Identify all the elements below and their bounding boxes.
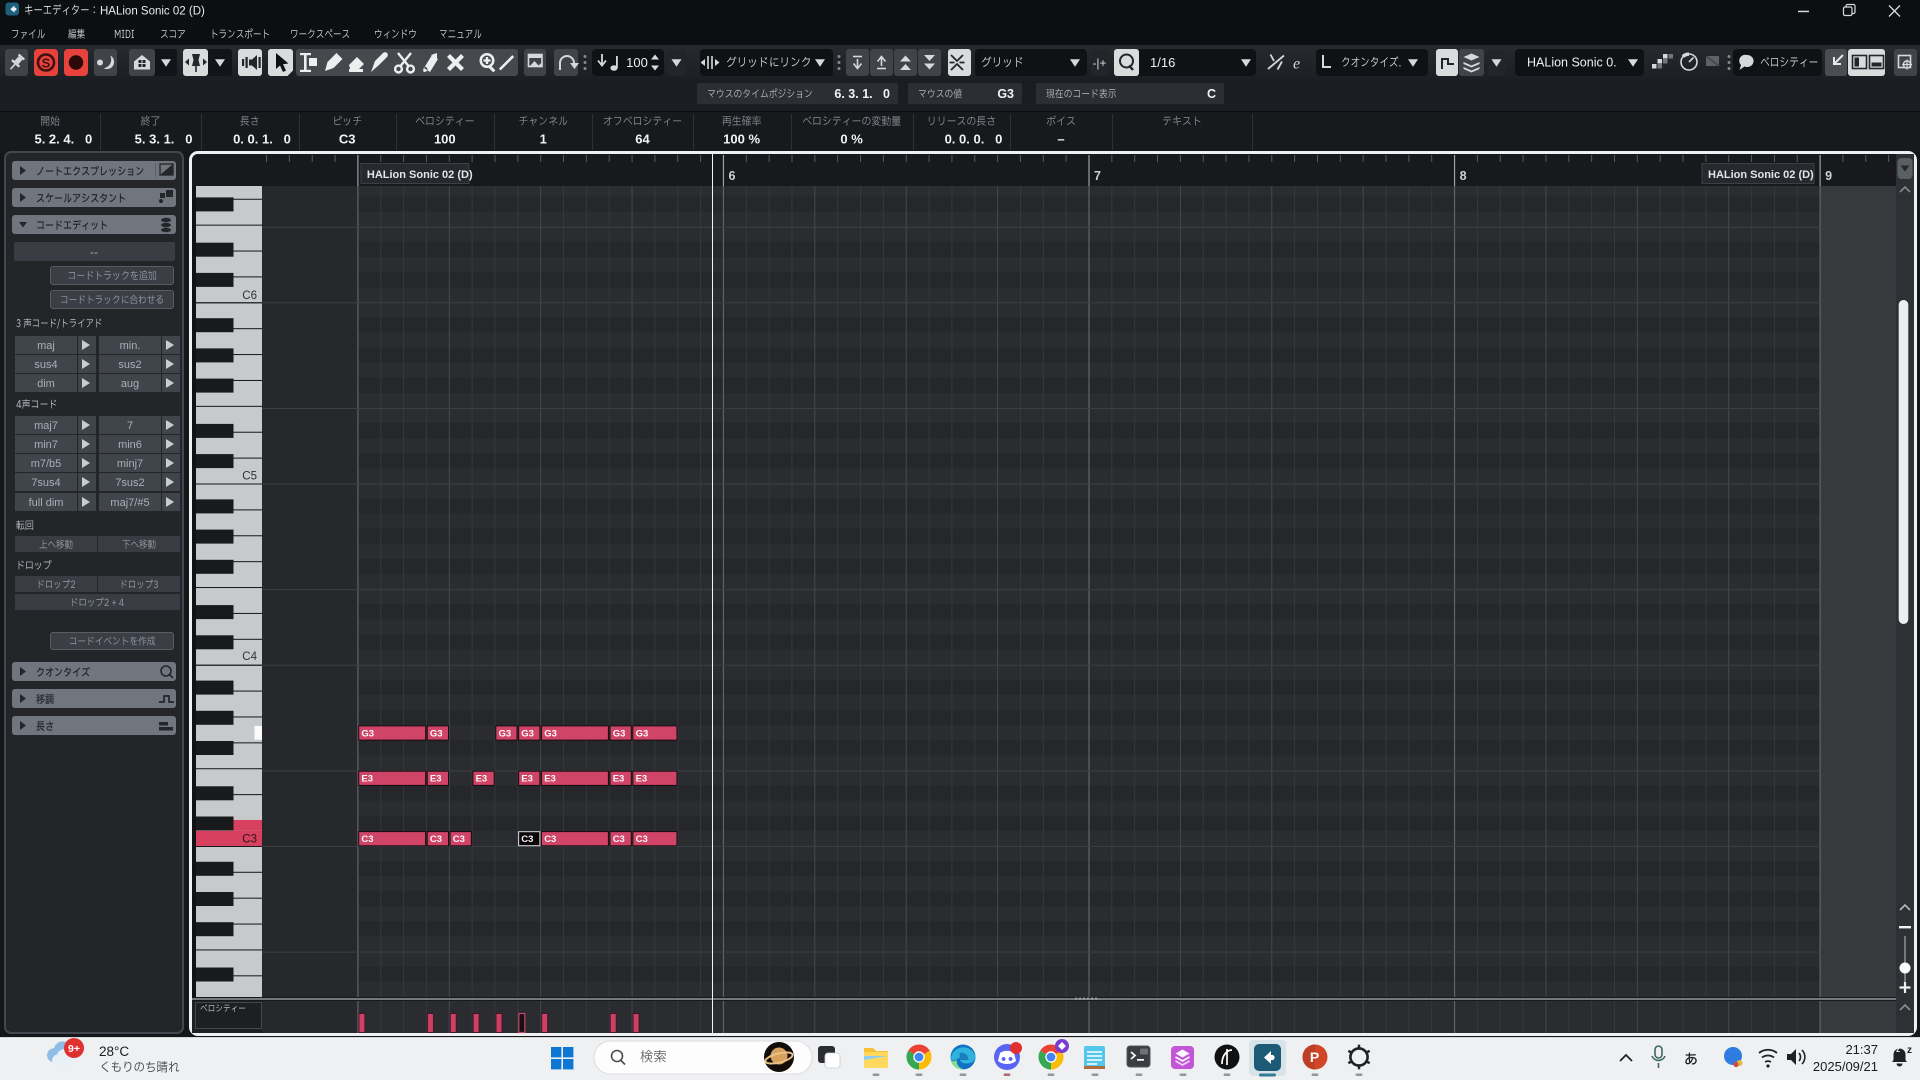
svg-text:z: z <box>1907 1045 1912 1056</box>
svg-text:6. 3. 1. 0: 6. 3. 1. 0 <box>834 87 890 101</box>
svg-text:5. 3. 1. 0: 5. 3. 1. 0 <box>135 132 193 147</box>
svg-text:minj7: minj7 <box>117 458 143 470</box>
svg-text:7sus2: 7sus2 <box>115 477 144 489</box>
svg-text:sus2: sus2 <box>118 359 141 371</box>
svg-text:HALion Sonic 02 (D): HALion Sonic 02 (D) <box>100 5 205 17</box>
svg-text:C3: C3 <box>339 132 356 147</box>
svg-text:1: 1 <box>540 132 547 147</box>
svg-text:–: – <box>1057 132 1064 147</box>
svg-text:1/16: 1/16 <box>1150 55 1175 70</box>
svg-text:0. 0. 1. 0: 0. 0. 1. 0 <box>233 132 291 147</box>
svg-text:min7: min7 <box>34 439 58 451</box>
svg-text:0. 0. 0. 0: 0. 0. 0. 0 <box>945 132 1003 147</box>
svg-text:full dim: full dim <box>29 497 64 509</box>
svg-text:0 %: 0 % <box>840 132 863 147</box>
svg-text:HALion Sonic 0.: HALion Sonic 0. <box>1527 56 1617 70</box>
svg-text:maj7/#5: maj7/#5 <box>110 497 149 509</box>
svg-text:e: e <box>1293 56 1300 73</box>
svg-text:dim: dim <box>37 378 55 390</box>
svg-text:min.: min. <box>120 340 141 352</box>
svg-text:z: z <box>1896 1045 1900 1054</box>
svg-text:28°C: 28°C <box>99 1044 129 1059</box>
svg-text:21:37: 21:37 <box>1845 1042 1878 1057</box>
svg-text:9+: 9+ <box>68 1043 80 1055</box>
svg-text:maj: maj <box>37 340 55 352</box>
svg-text:aug: aug <box>121 378 139 390</box>
svg-text:100: 100 <box>626 55 648 70</box>
svg-text:P: P <box>1310 1049 1319 1065</box>
svg-text:G3: G3 <box>997 87 1014 101</box>
svg-text:-|+: -|+ <box>1092 56 1106 70</box>
svg-text:5. 2. 4. 0: 5. 2. 4. 0 <box>34 132 92 147</box>
svg-text:min6: min6 <box>118 439 142 451</box>
svg-text:maj7: maj7 <box>34 420 58 432</box>
svg-text:--: -- <box>90 245 98 259</box>
svg-text:sus4: sus4 <box>34 359 57 371</box>
svg-text:100 %: 100 % <box>723 132 760 147</box>
svg-text:m7/b5: m7/b5 <box>31 458 62 470</box>
svg-text:S: S <box>42 56 51 71</box>
svg-text:7: 7 <box>127 420 133 432</box>
svg-text:C: C <box>1207 87 1216 101</box>
svg-text:100: 100 <box>434 132 456 147</box>
svg-text:2025/09/21: 2025/09/21 <box>1813 1059 1878 1074</box>
svg-text:7sus4: 7sus4 <box>31 477 60 489</box>
svg-text:64: 64 <box>635 132 650 147</box>
